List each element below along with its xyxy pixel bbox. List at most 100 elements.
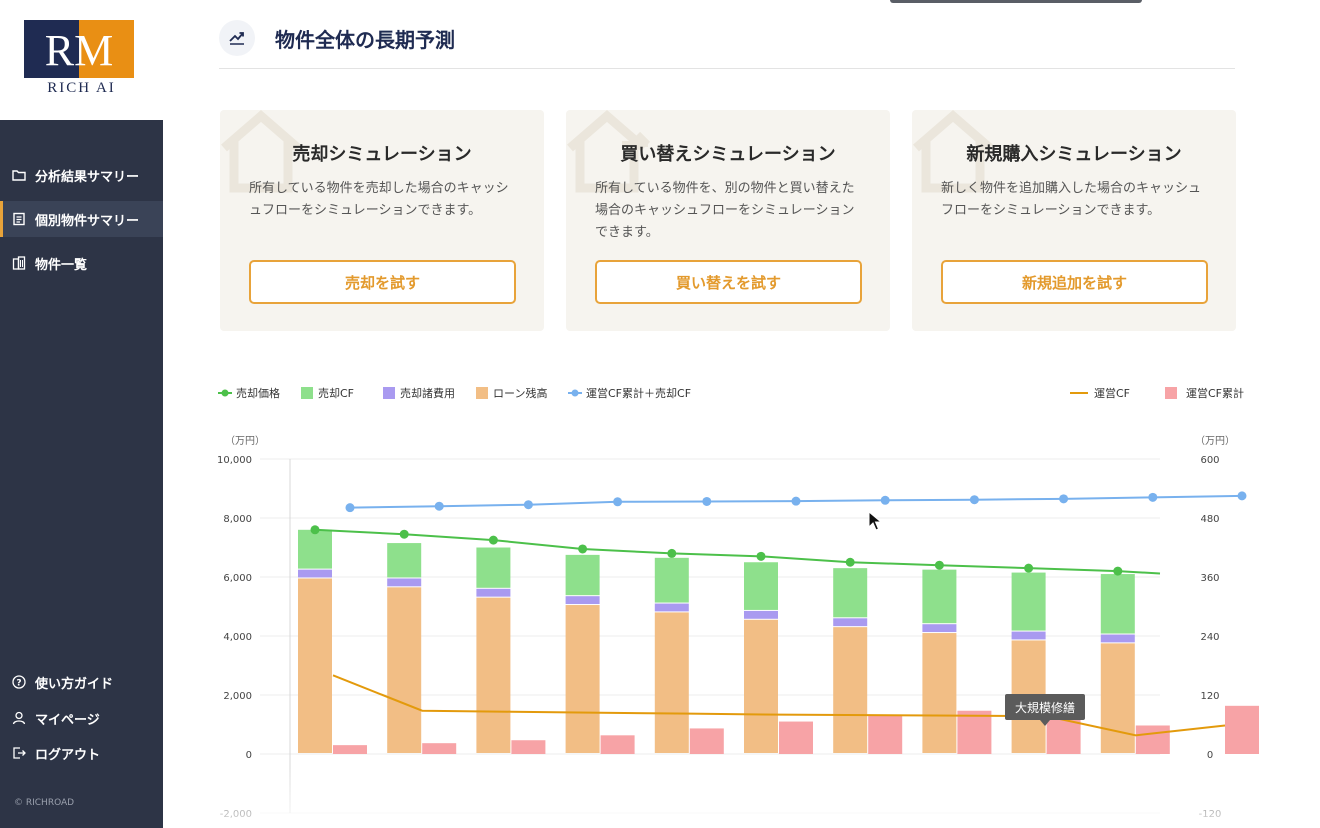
chart-grid: 10,000 600 8,000 480 6,000 360 4,000 240 2,000 12… <box>217 455 1221 820</box>
sale-cost-bar <box>298 569 332 578</box>
sale-price-line-point <box>578 544 588 554</box>
help-icon: ? <box>12 675 26 689</box>
sale-cost-bar <box>387 578 422 587</box>
sidebar-item-logout[interactable]: ログアウト <box>0 735 163 771</box>
page-title: 物件全体の長期予測 <box>275 27 455 52</box>
try-replacement-button[interactable]: 買い替えを試す <box>595 260 862 304</box>
sale-cf-bar <box>387 543 422 578</box>
operating-cf-cumulative-bar <box>957 710 992 754</box>
operating-cf-cumulative-bar <box>333 745 367 754</box>
sale-cf-bar <box>654 557 689 603</box>
sale-price-line-point <box>756 551 766 561</box>
operating-cf-cumulative-bar <box>600 735 635 754</box>
logo[interactable]: RM RICH AI <box>0 0 163 120</box>
new-purchase-simulation-card: 新規購入シミュレーション 新しく物件を追加購入した場合のキャッシュフローをシミュ… <box>912 110 1236 331</box>
sidebar-item-label: 物件一覧 <box>35 257 88 273</box>
sale-cost-bar <box>833 618 868 627</box>
sale-price-line-point <box>399 529 409 539</box>
cumulative-plus-sale-line-point <box>1059 494 1069 504</box>
logo-mark-icon: RM <box>24 20 134 78</box>
cumulative-plus-sale-line-point <box>880 495 890 505</box>
card-title: 新規購入シミュレーション <box>966 144 1182 165</box>
legend-item: 運営CF <box>1070 386 1130 400</box>
sidebar-item-property-summary[interactable]: 個別物件サマリー <box>0 201 163 237</box>
cumulative-plus-sale-line-point <box>523 500 533 510</box>
cumulative-plus-sale-line-point <box>702 496 712 506</box>
operating-cf-cumulative-bar <box>779 721 813 754</box>
logout-icon <box>13 747 26 759</box>
building-icon <box>12 256 26 270</box>
long-term-forecast-chart: 売却価格 売却CF 売却諸費用 ローン残高 運営CF累計＋売却CF 運営CF 運営CF累計… <box>217 386 1259 820</box>
cumulative-plus-sale-line-point <box>791 496 801 506</box>
sidebar-item-mypage[interactable]: マイページ <box>0 700 163 736</box>
legend-item: ローン残高 <box>476 386 547 400</box>
sale-cf-bar <box>833 568 868 618</box>
sale-cost-bar <box>744 610 778 619</box>
cumulative-plus-sale-line-point <box>613 497 623 507</box>
y2-tick-label: 120 <box>1200 691 1219 702</box>
legend-swatch <box>383 387 395 399</box>
cumulative-plus-sale-line-point <box>1237 491 1247 501</box>
svg-text:?: ? <box>16 679 21 689</box>
sale-cost-bar <box>654 603 689 612</box>
y-tick-label: 2,000 <box>223 691 252 702</box>
loan-balance-bar <box>1100 643 1135 753</box>
logo-text: RICH AI <box>47 80 116 96</box>
legend-label: 運営CF累計 <box>1186 386 1244 400</box>
sale-price-line-point <box>488 535 498 545</box>
loan-balance-bar <box>565 605 600 753</box>
operating-cf-cumulative-bar <box>511 740 546 754</box>
y-tick-label: 10,000 <box>217 455 252 466</box>
legend-swatch-dot <box>221 389 229 397</box>
loan-balance-bar <box>833 627 868 753</box>
replacement-simulation-card: 買い替えシミュレーション 所有している物件を、別の物件と買い替えた場合のキャッシ… <box>566 110 890 331</box>
operating-cf-cumulative-bar <box>868 715 903 754</box>
legend-swatch <box>1165 387 1177 399</box>
sale-cf-bar <box>1011 572 1046 631</box>
legend-swatch <box>301 387 313 399</box>
loan-balance-bar <box>476 597 511 753</box>
sale-cf-bar <box>565 554 600 596</box>
annotation-text: 大規模修繕 <box>1015 700 1075 715</box>
operating-cf-cumulative-bar <box>1135 725 1170 754</box>
sale-cf-bar <box>922 569 957 624</box>
legend-label: 売却諸費用 <box>400 386 455 400</box>
copyright: © RICHROAD <box>14 798 75 808</box>
try-sale-button[interactable]: 売却を試す <box>249 260 516 304</box>
loan-balance-bar <box>744 619 778 753</box>
folder-icon <box>12 170 26 181</box>
sale-price-line-point <box>667 548 677 558</box>
loan-balance-bar <box>654 612 689 753</box>
y-tick-label: 6,000 <box>223 573 252 584</box>
legend-item: 売却価格 <box>218 386 280 400</box>
legend-item: 売却CF <box>301 387 354 400</box>
sidebar-item-analysis-summary[interactable]: 分析結果サマリー <box>0 157 163 193</box>
sale-cf-bar <box>476 547 511 588</box>
sale-price-line-extension <box>1117 570 1161 575</box>
sale-cost-bar <box>922 624 957 633</box>
y-tick-label: 8,000 <box>223 514 252 525</box>
sidebar-item-label: ログアウト <box>35 747 101 763</box>
sale-price-line-point <box>1024 563 1034 573</box>
sale-cf-bar <box>1100 574 1135 634</box>
y-tick-label: -2,000 <box>220 809 252 820</box>
page-header: 物件全体の長期予測 <box>219 18 455 58</box>
cumulative-plus-sale-line-point <box>969 495 979 505</box>
right-axis-unit: （万円） <box>1195 435 1235 447</box>
document-icon <box>13 212 25 226</box>
sidebar-item-label: 分析結果サマリー <box>35 169 140 185</box>
sale-cf-bar <box>744 562 778 610</box>
dropdown-shadow <box>890 0 1142 3</box>
try-new-purchase-button[interactable]: 新規追加を試す <box>941 260 1208 304</box>
cumulative-plus-sale-line-point <box>434 501 444 511</box>
sale-cf-bar <box>298 529 332 569</box>
legend-label: 売却価格 <box>236 386 280 400</box>
sidebar-item-guide[interactable]: ? 使い方ガイド <box>0 664 163 700</box>
sidebar-item-property-list[interactable]: 物件一覧 <box>0 245 163 281</box>
sale-cost-bar <box>1011 631 1046 640</box>
sidebar: RM RICH AI 分析結果サマリー 個別物件サマリー 物件一覧 ? 使い方ガ… <box>0 0 163 828</box>
legend-swatch <box>476 387 488 399</box>
operating-cf-cumulative-bar <box>689 728 724 754</box>
legend-label: 運営CF累計＋売却CF <box>586 386 691 400</box>
y-tick-label: 4,000 <box>223 632 252 643</box>
